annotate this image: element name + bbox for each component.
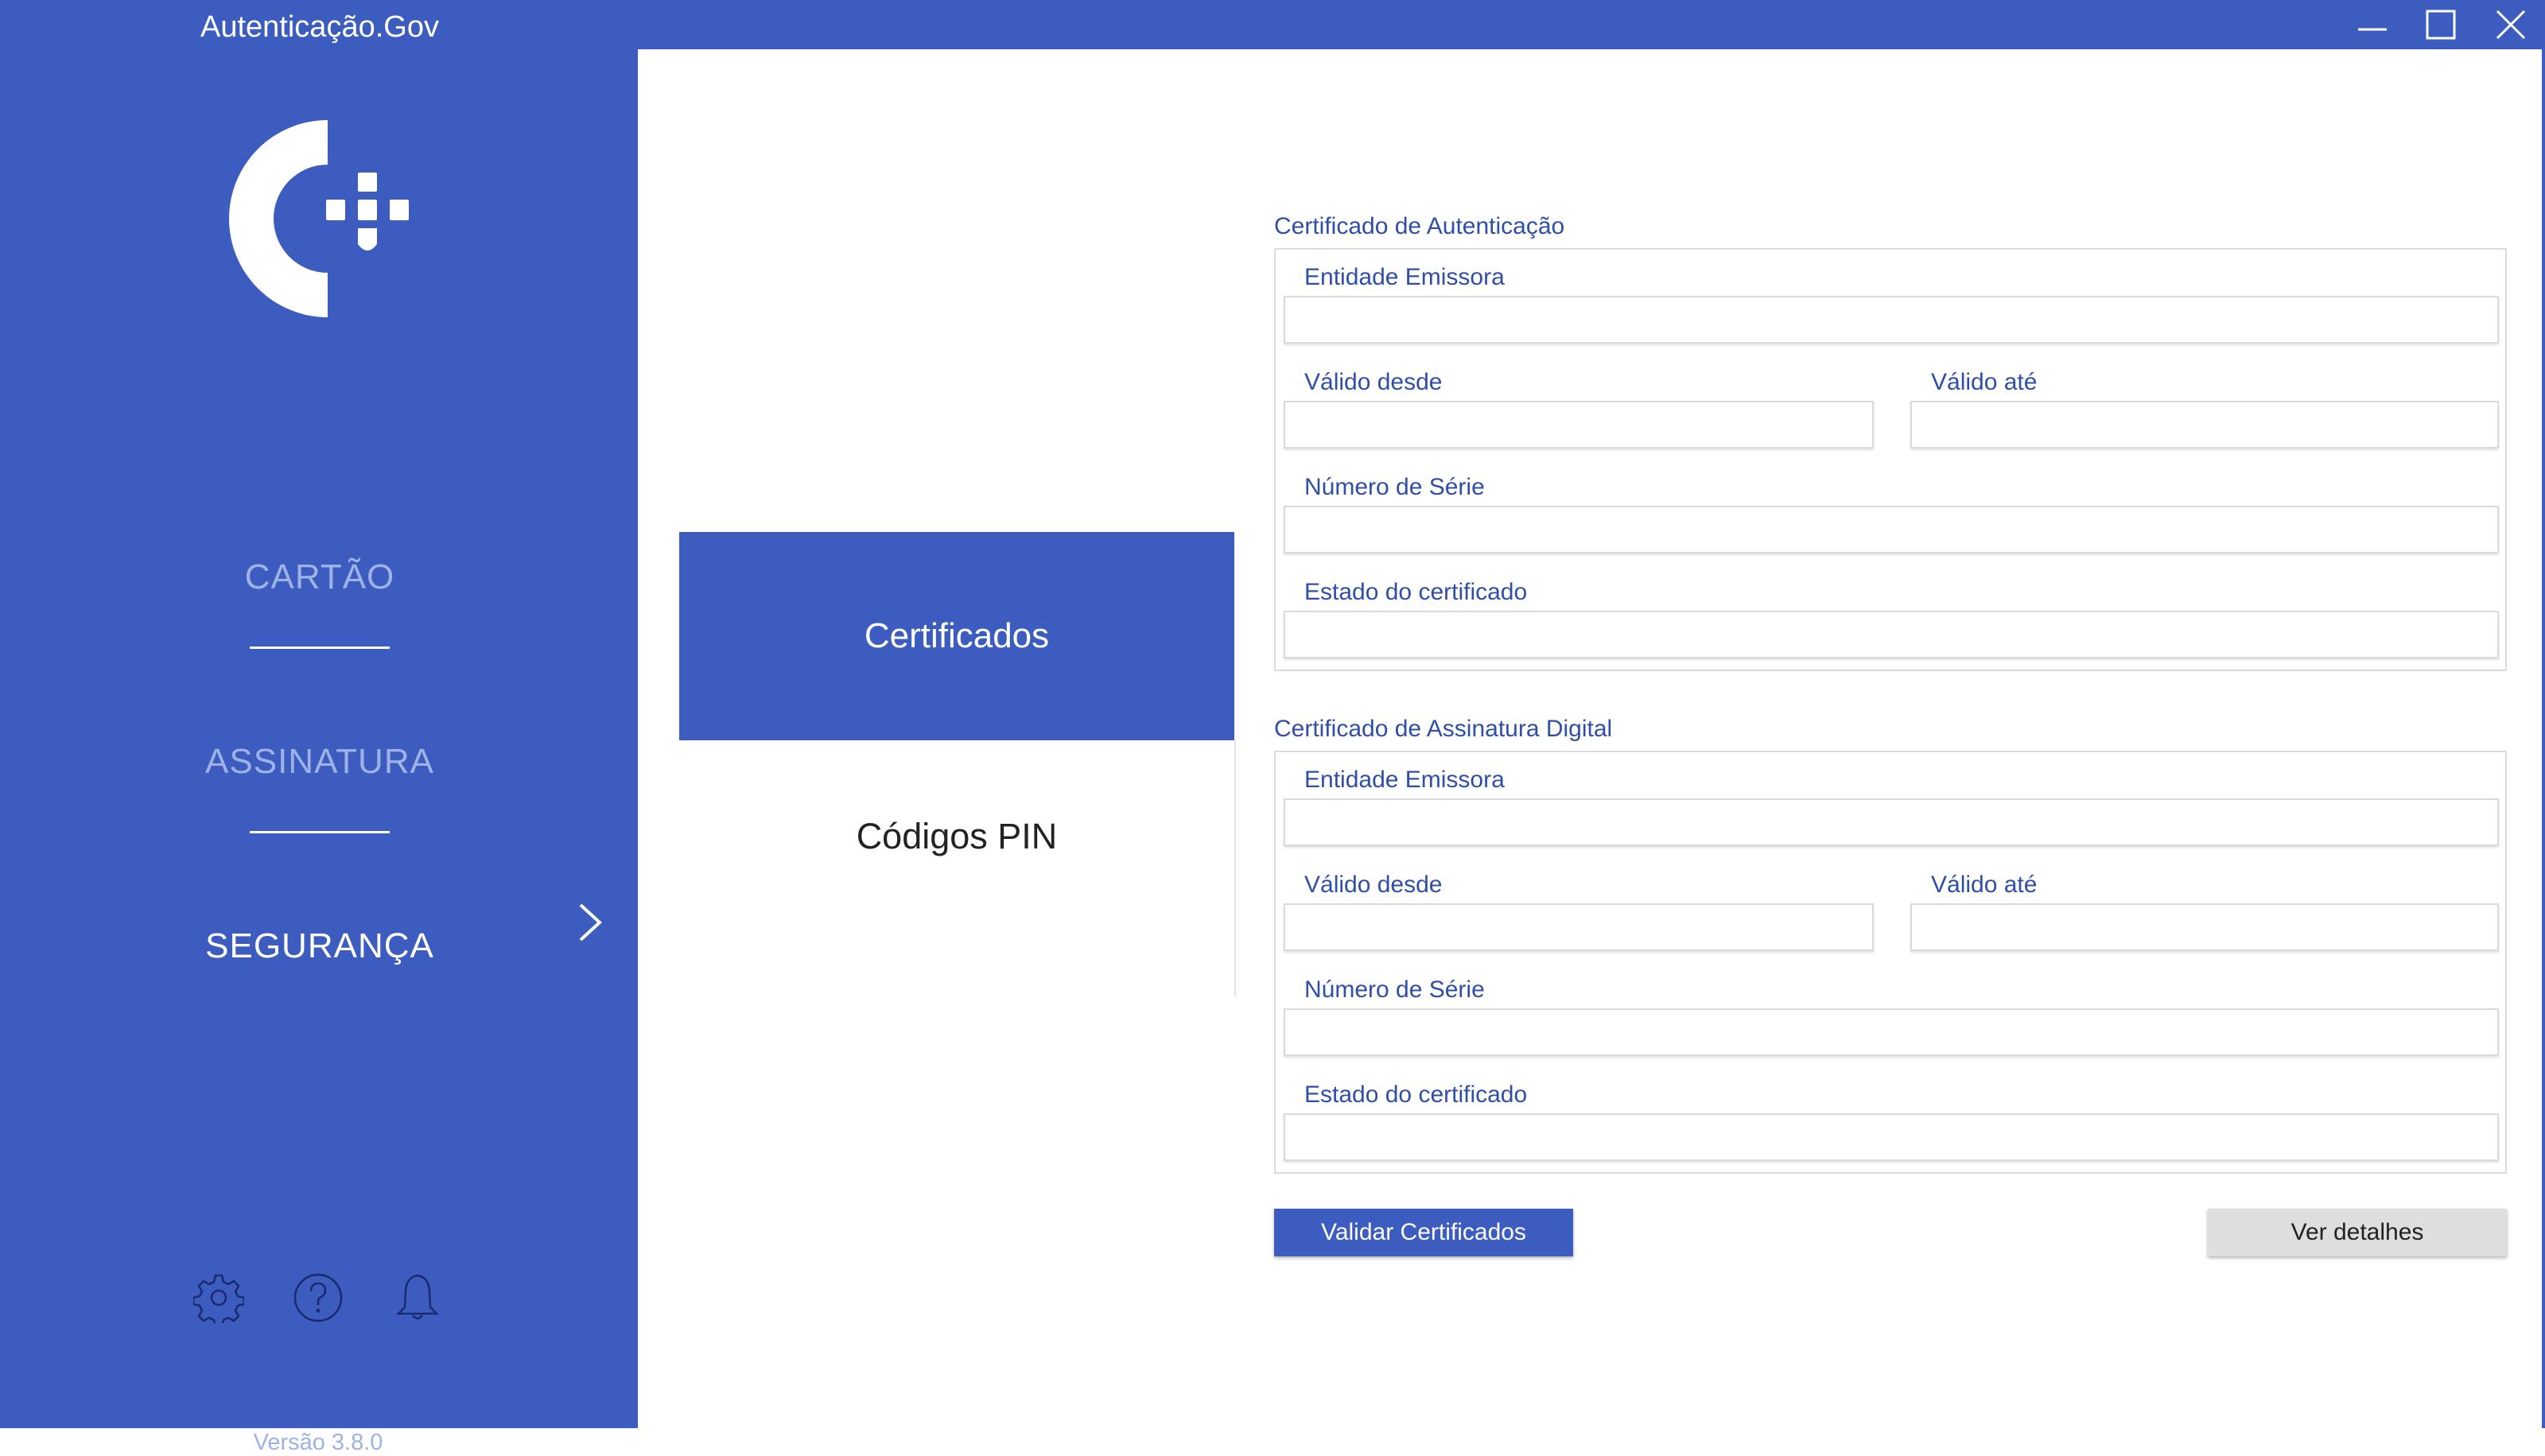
nav-divider [250, 646, 390, 649]
sign-cert-group: Entidade Emissora Válido desde Válido at… [1274, 751, 2507, 1174]
auth-serial-field[interactable] [1284, 506, 2499, 553]
sign-cert-title: Certificado de Assinatura Digital [1274, 716, 1613, 742]
sidebar: CARTÃO ASSINATURA SEGURANÇA Versão 3.8.0 [0, 49, 638, 1455]
status-label: Estado do certificado [1304, 1081, 1528, 1108]
valid-from-label: Válido desde [1304, 369, 1443, 395]
window-title: Autenticação.Gov [200, 10, 439, 44]
main-content: Certificados Códigos PIN Certificado de … [638, 49, 2545, 1428]
submenu-item-label: Certificados [864, 616, 1050, 655]
valid-from-label: Válido desde [1304, 872, 1443, 898]
sign-status-field[interactable] [1284, 1113, 2499, 1161]
submenu-item-codigos-pin[interactable]: Códigos PIN [679, 797, 1234, 876]
gear-icon [193, 1274, 244, 1323]
sign-issuer-field[interactable] [1284, 798, 2499, 846]
settings-button[interactable] [192, 1271, 246, 1325]
serial-label: Número de Série [1304, 976, 1485, 1003]
maximize-button[interactable] [2413, 5, 2469, 45]
status-label: Estado do certificado [1304, 579, 1528, 605]
auth-cert-group: Entidade Emissora Válido desde Válido at… [1274, 248, 2507, 671]
notifications-button[interactable] [390, 1271, 445, 1325]
auth-issuer-field[interactable] [1284, 296, 2499, 344]
nav-item-assinatura[interactable]: ASSINATURA [159, 730, 480, 794]
chevron-right-icon [579, 903, 602, 942]
minimize-icon [2358, 28, 2387, 31]
auth-status-field[interactable] [1284, 611, 2499, 658]
help-icon [293, 1273, 343, 1322]
chevron-right-icon [1236, 629, 1259, 667]
auth-valid-to-field[interactable] [1910, 401, 2499, 448]
version-label: Versão 3.8.0 [253, 1430, 383, 1455]
auth-valid-from-field[interactable] [1284, 401, 1874, 448]
valid-to-label: Válido até [1931, 369, 2038, 395]
sign-serial-field[interactable] [1284, 1008, 2499, 1056]
view-details-button[interactable]: Ver detalhes [2208, 1209, 2507, 1256]
help-button[interactable] [291, 1271, 345, 1325]
auth-cert-title: Certificado de Autenticação [1274, 213, 1565, 239]
nav-item-cartao[interactable]: CARTÃO [159, 546, 480, 609]
window-border [2542, 49, 2545, 1428]
issuer-label: Entidade Emissora [1304, 264, 1505, 290]
app-window: Autenticação.Gov CARTÃO ASSINATURA SEGUR… [0, 0, 2545, 1455]
submenu-item-certificados[interactable]: Certificados [679, 532, 1259, 740]
close-button[interactable] [2483, 5, 2539, 45]
issuer-label: Entidade Emissora [1304, 767, 1505, 793]
submenu-divider [1234, 740, 1236, 996]
sign-valid-to-field[interactable] [1910, 903, 2499, 951]
bell-icon [395, 1274, 440, 1320]
maximize-icon [2426, 10, 2456, 40]
valid-to-label: Válido até [1931, 872, 2038, 898]
nav-divider [250, 831, 390, 833]
validate-certificates-button[interactable]: Validar Certificados [1274, 1209, 1573, 1256]
autenticacao-gov-logo [229, 120, 409, 317]
nav-item-seguranca[interactable]: SEGURANÇA [159, 914, 480, 978]
minimize-button[interactable] [2345, 5, 2400, 45]
close-icon [2496, 10, 2526, 40]
serial-label: Número de Série [1304, 474, 1485, 500]
sign-valid-from-field[interactable] [1284, 903, 1874, 951]
